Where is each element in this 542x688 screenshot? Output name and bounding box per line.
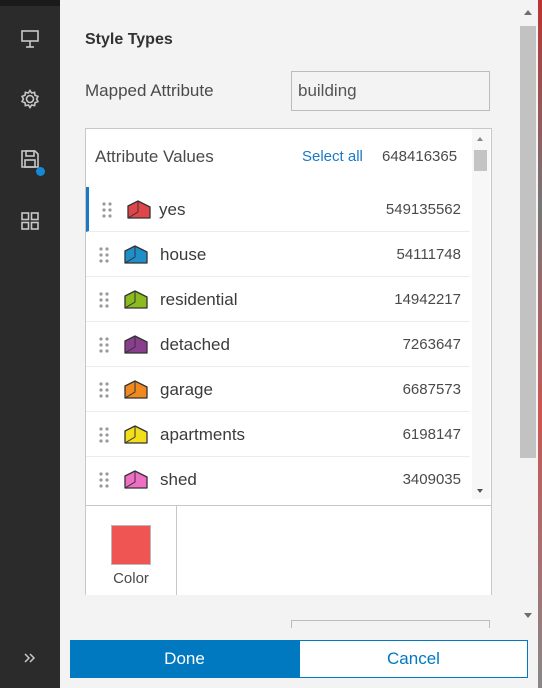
list-item[interactable]: yes 549135562 bbox=[86, 187, 470, 232]
action-bar bbox=[0, 0, 60, 688]
building-symbol-icon bbox=[124, 290, 148, 309]
list-item-count: 54111748 bbox=[396, 246, 461, 263]
list-item[interactable]: garage 6687573 bbox=[86, 367, 470, 412]
building-symbol-icon bbox=[124, 380, 148, 399]
list-item-count: 14942217 bbox=[394, 291, 461, 308]
list-item-count: 6687573 bbox=[402, 381, 461, 398]
notification-badge bbox=[36, 167, 45, 176]
attribute-values-list: yes 549135562 house 54111748 residential… bbox=[86, 187, 470, 499]
list-item-label: residential bbox=[160, 290, 238, 309]
list-scroll-thumb[interactable] bbox=[474, 150, 487, 171]
building-symbol-icon bbox=[127, 200, 151, 219]
list-item[interactable]: house 54111748 bbox=[86, 232, 470, 277]
drag-handle-icon[interactable] bbox=[98, 471, 110, 489]
list-item[interactable]: apartments 6198147 bbox=[86, 412, 470, 457]
list-item-count: 549135562 bbox=[385, 201, 461, 218]
map-view[interactable] bbox=[538, 0, 542, 688]
building-symbol-icon bbox=[124, 425, 148, 444]
building-symbol-icon bbox=[124, 245, 148, 264]
list-item[interactable]: shed 3409035 bbox=[86, 457, 470, 499]
drag-handle-icon[interactable] bbox=[98, 426, 110, 444]
panel-scrollbar[interactable] bbox=[518, 0, 538, 628]
done-button[interactable]: Done bbox=[70, 640, 299, 678]
double-chevron-right-icon[interactable] bbox=[0, 633, 60, 683]
list-item[interactable]: detached 7263647 bbox=[86, 322, 470, 367]
section-title: Style Types bbox=[85, 31, 173, 48]
list-item-label: detached bbox=[160, 335, 230, 354]
attribute-values-header: Attribute Values Select all 648416365 bbox=[86, 129, 471, 185]
list-item-label: house bbox=[160, 245, 207, 264]
mapped-attribute-field[interactable]: building bbox=[291, 71, 490, 111]
drag-handle-icon[interactable] bbox=[98, 246, 110, 264]
building-symbol-icon bbox=[124, 335, 148, 354]
list-item-count: 7263647 bbox=[402, 336, 461, 353]
list-item-count: 6198147 bbox=[402, 426, 461, 443]
total-count: 648416365 bbox=[382, 148, 458, 165]
presentation-icon[interactable] bbox=[0, 14, 60, 64]
mapped-attribute-label: Mapped Attribute bbox=[85, 81, 214, 100]
attribute-values-title: Attribute Values bbox=[95, 147, 214, 166]
scroll-down-icon[interactable] bbox=[524, 613, 532, 618]
list-item[interactable]: residential 14942217 bbox=[86, 277, 470, 322]
list-scrollbar[interactable] bbox=[472, 129, 490, 499]
drag-handle-icon[interactable] bbox=[98, 381, 110, 399]
scroll-up-icon[interactable] bbox=[524, 10, 532, 15]
cancel-button[interactable]: Cancel bbox=[299, 640, 528, 678]
color-label: Color bbox=[113, 570, 149, 587]
list-item-label: garage bbox=[160, 380, 213, 399]
color-picker[interactable]: Color bbox=[86, 506, 177, 595]
scroll-up-icon[interactable] bbox=[477, 137, 483, 141]
list-item-label: apartments bbox=[160, 425, 246, 444]
color-swatch[interactable] bbox=[111, 525, 151, 565]
drag-handle-icon[interactable] bbox=[98, 336, 110, 354]
attribute-values-box: Attribute Values Select all 648416365 ye… bbox=[85, 128, 492, 595]
drag-handle-icon[interactable] bbox=[98, 291, 110, 309]
panel-scroll-thumb[interactable] bbox=[520, 26, 536, 458]
list-item-label: yes bbox=[159, 200, 186, 219]
list-item-count: 3409035 bbox=[402, 471, 461, 488]
scroll-down-icon[interactable] bbox=[477, 489, 483, 493]
list-item-label: shed bbox=[160, 470, 197, 489]
grid-icon[interactable] bbox=[0, 196, 60, 246]
building-symbol-icon bbox=[124, 470, 148, 489]
symbol-properties: Color bbox=[86, 505, 491, 595]
select-all-link[interactable]: Select all bbox=[302, 148, 363, 165]
drag-handle-icon[interactable] bbox=[101, 201, 113, 219]
save-icon[interactable] bbox=[0, 134, 60, 184]
gear-icon[interactable] bbox=[0, 74, 60, 124]
